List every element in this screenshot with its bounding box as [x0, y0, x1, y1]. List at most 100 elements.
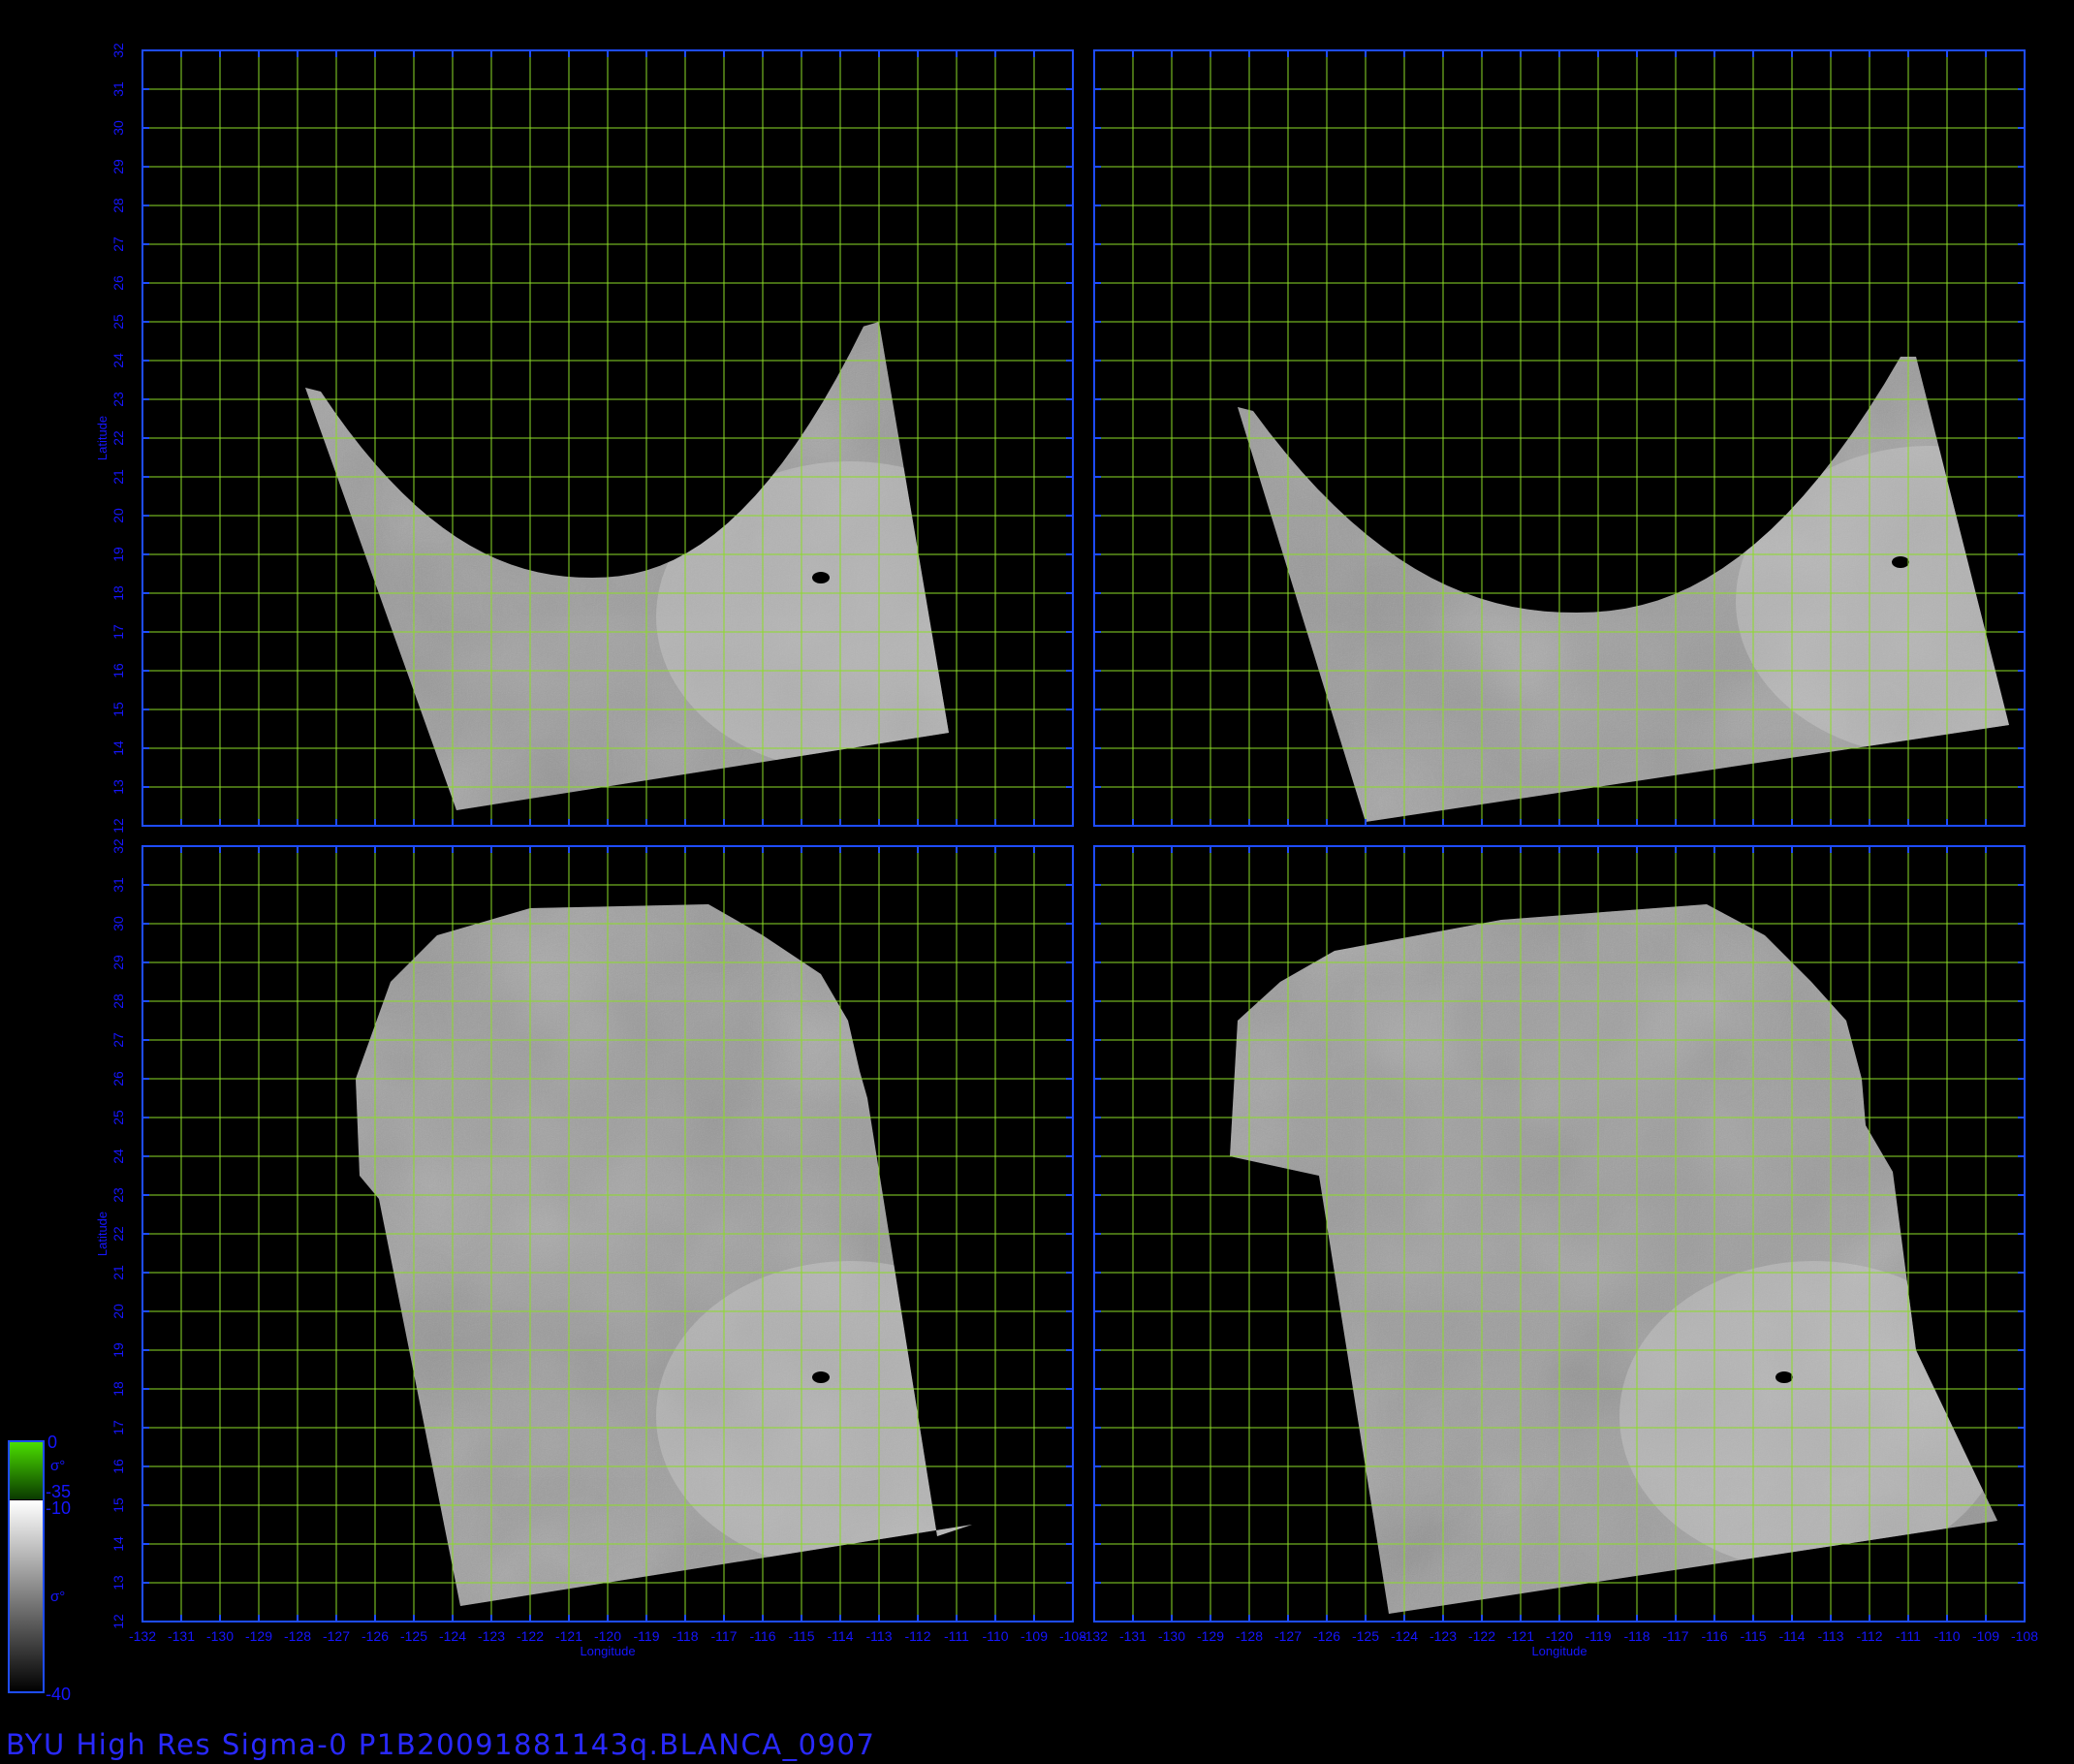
lon-tick-label: -128 — [284, 1628, 311, 1644]
lon-tick-label: -122 — [517, 1628, 544, 1644]
colorbar-upper-symbol: σ° — [50, 1458, 65, 1474]
lon-tick-label: -109 — [1972, 1628, 1999, 1644]
lat-tick-label: 25 — [110, 1110, 126, 1125]
lon-tick-label: -110 — [1934, 1628, 1961, 1644]
lon-tick-label: -118 — [1624, 1628, 1650, 1644]
map-panel-bottom-left: 12 13 14 15 16 17 18 19 20 21 22 23 24 25 26 27 28 29 30 31… — [95, 838, 1086, 1658]
lat-tick-label: 15 — [110, 702, 126, 717]
hurricane-eye-bottom-left — [812, 1371, 830, 1383]
lat-tick-label: 12 — [110, 818, 126, 834]
grid-bottom-left — [141, 845, 1074, 1622]
lat-tick-label: 17 — [110, 1420, 126, 1435]
lat-tick-label: 28 — [110, 198, 126, 213]
lon-tick-label: -119 — [634, 1628, 660, 1644]
map-panel-top-right — [1093, 49, 2026, 827]
lon-tick-label: -118 — [673, 1628, 699, 1644]
lat-tick-label: 21 — [110, 469, 126, 485]
lon-tick-label: -115 — [789, 1628, 815, 1644]
lat-tick-label: 18 — [110, 585, 126, 601]
lon-tick-label: -130 — [206, 1628, 234, 1644]
lon-tick-label: -112 — [905, 1628, 931, 1644]
sigma0-colorbar: 0 σ° -35 -10 σ° -40 — [8, 1433, 71, 1704]
map-panel-top-left: 12 13 14 15 16 17 18 19 20 21 22 23 24 25 26 27 28 29 30 31… — [95, 43, 1074, 834]
lon-tick-label: -129 — [245, 1628, 272, 1644]
map-panel-bottom-right: -132 -131 -130 -129 -128 -127 -126 -125 -124 -123… — [1081, 845, 2038, 1658]
lon-tick-label: -121 — [555, 1628, 582, 1644]
lon-tick-label: -111 — [1896, 1628, 1921, 1644]
map-panels: 12 13 14 15 16 17 18 19 20 21 22 23 24 25 26 27 28 29 30 31… — [95, 43, 2038, 1658]
longitude-axis-label: Longitude — [580, 1644, 635, 1658]
lat-tick-label: 13 — [110, 779, 126, 795]
lat-tick-label: 31 — [110, 877, 126, 893]
lat-tick-label: 30 — [110, 120, 126, 136]
lon-tick-label: -131 — [168, 1628, 195, 1644]
lon-tick-label: -120 — [594, 1628, 621, 1644]
lat-tick-label: 13 — [110, 1575, 126, 1591]
latitude-axis-label: Latitude — [95, 1212, 110, 1256]
hurricane-eye-top-right — [1892, 556, 1909, 568]
lat-tick-label: 16 — [110, 1459, 126, 1474]
lon-tick-label: -132 — [1081, 1628, 1108, 1644]
lat-tick-label: 23 — [110, 392, 126, 407]
lat-tick-label: 12 — [110, 1614, 126, 1629]
lon-tick-label: -112 — [1857, 1628, 1883, 1644]
lat-tick-label: 25 — [110, 314, 126, 330]
grid-top-right — [1093, 49, 2026, 827]
lat-tick-label: 31 — [110, 81, 126, 97]
lon-tick-label: -113 — [866, 1628, 893, 1644]
lon-tick-label: -117 — [1663, 1628, 1689, 1644]
lat-tick-label: 22 — [110, 430, 126, 446]
hurricane-eye-top-left — [812, 572, 830, 583]
lon-tick-label: -132 — [129, 1628, 156, 1644]
lon-tick-label: -122 — [1468, 1628, 1495, 1644]
lat-tick-label: 29 — [110, 955, 126, 970]
lon-tick-label: -123 — [1430, 1628, 1457, 1644]
lon-tick-label: -111 — [944, 1628, 969, 1644]
lon-tick-label: -119 — [1586, 1628, 1612, 1644]
lat-tick-label: 30 — [110, 916, 126, 931]
lon-tick-label: -125 — [1352, 1628, 1379, 1644]
figure-title: BYU High Res Sigma-0 P1B20091881143q.BLA… — [6, 1728, 876, 1761]
lat-tick-label: 27 — [110, 1032, 126, 1048]
lon-tick-label: -117 — [711, 1628, 738, 1644]
colorbar-lower-max-label: -10 — [46, 1498, 71, 1518]
latitude-axis-label: Latitude — [95, 416, 110, 460]
lon-tick-label: -128 — [1236, 1628, 1263, 1644]
longitude-axis-label: Longitude — [1531, 1644, 1587, 1658]
grid-bottom-right — [1093, 845, 2026, 1622]
grid-top-left — [141, 49, 1074, 827]
lat-tick-label: 20 — [110, 508, 126, 523]
lon-tick-label: -129 — [1197, 1628, 1224, 1644]
lat-tick-label: 19 — [110, 547, 126, 562]
lat-tick-label: 14 — [110, 740, 126, 756]
hurricane-eye-bottom-right — [1775, 1371, 1793, 1383]
lat-tick-label: 23 — [110, 1187, 126, 1203]
lat-tick-label: 27 — [110, 236, 126, 252]
sigma0-map-figure: 12 13 14 15 16 17 18 19 20 21 22 23 24 25 26 27 28 29 30 31… — [8, 43, 2038, 1704]
lon-tick-label: -124 — [1391, 1628, 1418, 1644]
lat-tick-label: 20 — [110, 1304, 126, 1319]
lon-tick-label: -109 — [1021, 1628, 1048, 1644]
lat-tick-label: 19 — [110, 1342, 126, 1358]
colorbar-gray-segment — [9, 1500, 44, 1692]
lon-tick-label: -114 — [828, 1628, 854, 1644]
lon-tick-label: -116 — [750, 1628, 776, 1644]
lon-tick-label: -108 — [2011, 1628, 2038, 1644]
lat-tick-label: 15 — [110, 1497, 126, 1513]
lat-tick-label: 18 — [110, 1381, 126, 1397]
lat-tick-label: 17 — [110, 624, 126, 640]
lon-tick-label: -120 — [1546, 1628, 1573, 1644]
lon-tick-label: -123 — [478, 1628, 505, 1644]
lon-tick-label: -126 — [1313, 1628, 1340, 1644]
lat-tick-label: 24 — [110, 353, 126, 368]
lon-tick-label: -116 — [1702, 1628, 1728, 1644]
lon-tick-label: -121 — [1507, 1628, 1534, 1644]
lon-tick-label: -127 — [1274, 1628, 1302, 1644]
lat-tick-label: 32 — [110, 838, 126, 854]
lon-tick-label: -124 — [439, 1628, 466, 1644]
lon-tick-label: -110 — [983, 1628, 1009, 1644]
lat-tick-label: 22 — [110, 1226, 126, 1242]
lat-tick-label: 26 — [110, 275, 126, 291]
lon-tick-label: -113 — [1818, 1628, 1844, 1644]
lat-tick-label: 26 — [110, 1071, 126, 1087]
